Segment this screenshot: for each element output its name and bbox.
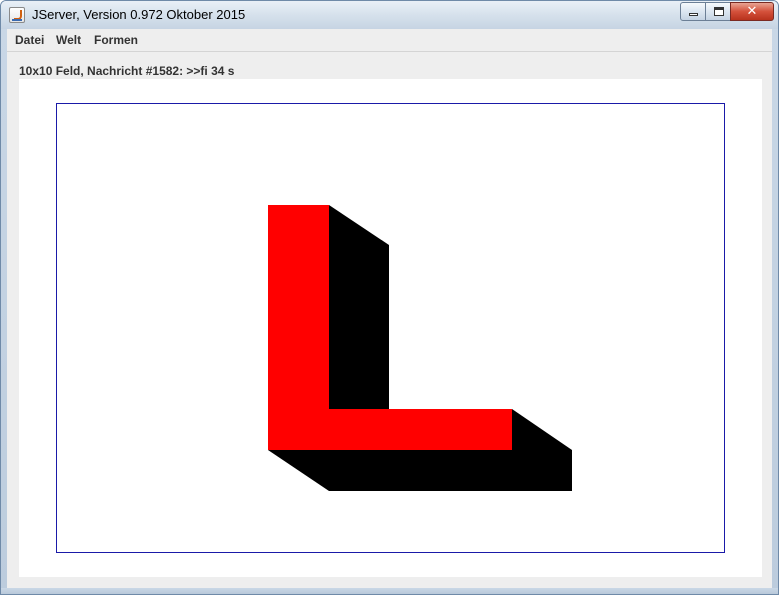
menu-bar: Datei Welt Formen	[7, 29, 772, 52]
letter-l-shape	[268, 205, 572, 491]
window-title: JServer, Version 0.972 Oktober 2015	[32, 7, 246, 22]
close-icon: ✕	[746, 4, 758, 19]
letter-l-shadow-vertical	[329, 205, 389, 409]
close-button[interactable]: ✕	[730, 2, 774, 21]
status-message: 10x10 Feld, Nachricht #1582: >>fi 34 s	[19, 64, 235, 78]
drawing-panel	[19, 79, 762, 577]
main-content: 10x10 Feld, Nachricht #1582: >>fi 34 s	[7, 52, 772, 588]
java-app-icon[interactable]	[9, 7, 25, 23]
window-bottom-frame	[1, 588, 778, 594]
menu-welt[interactable]: Welt	[56, 33, 81, 47]
minimize-icon	[689, 13, 698, 16]
maximize-button[interactable]	[705, 2, 731, 21]
letter-l-face	[268, 205, 512, 450]
minimize-button[interactable]	[680, 2, 706, 21]
maximize-icon	[714, 7, 724, 16]
menu-datei[interactable]: Datei	[15, 33, 44, 47]
title-bar[interactable]: JServer, Version 0.972 Oktober 2015 ✕	[1, 1, 778, 29]
menu-formen[interactable]: Formen	[94, 33, 138, 47]
app-window: JServer, Version 0.972 Oktober 2015 ✕ Da…	[0, 0, 779, 595]
game-field[interactable]	[56, 103, 725, 553]
